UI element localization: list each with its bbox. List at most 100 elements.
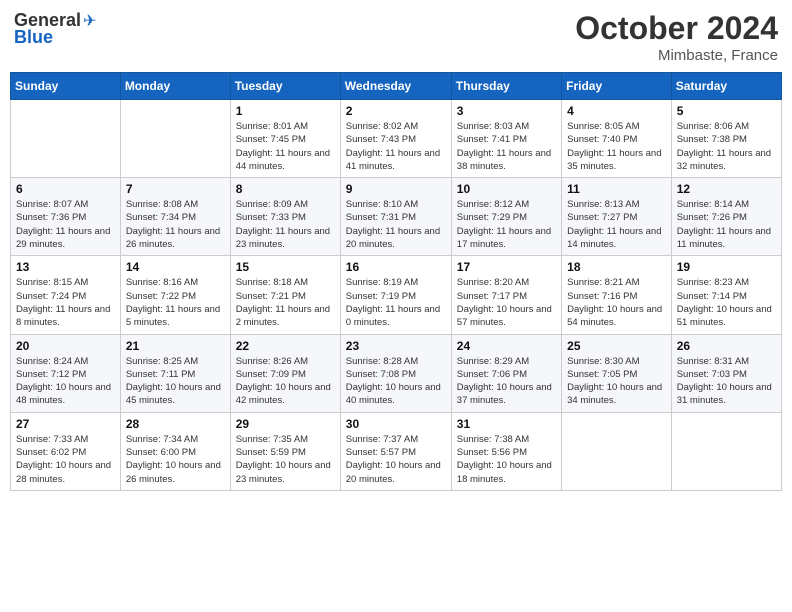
day-number: 13 (16, 260, 115, 274)
day-info: Sunrise: 8:30 AMSunset: 7:05 PMDaylight:… (567, 355, 666, 408)
calendar-cell: 8 Sunrise: 8:09 AMSunset: 7:33 PMDaylight… (230, 178, 340, 256)
month-title: October 2024 (575, 10, 778, 47)
location-subtitle: Mimbaste, France (575, 47, 778, 64)
day-number: 9 (346, 182, 446, 196)
day-info: Sunrise: 8:28 AMSunset: 7:08 PMDaylight:… (346, 355, 446, 408)
calendar-cell: 9 Sunrise: 8:10 AMSunset: 7:31 PMDaylight… (340, 178, 451, 256)
day-info: Sunrise: 8:07 AMSunset: 7:36 PMDaylight:… (16, 198, 115, 251)
calendar-cell: 1 Sunrise: 8:01 AMSunset: 7:45 PMDaylight… (230, 100, 340, 178)
calendar-cell: 24Sunrise: 8:29 AMSunset: 7:06 PMDayligh… (451, 334, 561, 412)
day-number: 3 (457, 104, 556, 118)
calendar-table: SundayMondayTuesdayWednesdayThursdayFrid… (10, 72, 782, 491)
weekday-header-sunday: Sunday (11, 73, 121, 100)
day-number: 27 (16, 417, 115, 431)
day-info: Sunrise: 8:14 AMSunset: 7:26 PMDaylight:… (677, 198, 776, 251)
day-number: 10 (457, 182, 556, 196)
logo: General ✈ Blue (14, 10, 96, 48)
day-info: Sunrise: 8:06 AMSunset: 7:38 PMDaylight:… (677, 120, 776, 173)
day-number: 22 (236, 339, 335, 353)
calendar-cell: 28 Sunrise: 7:34 AMSunset: 6:00 PMDayligh… (120, 412, 230, 490)
calendar-cell: 23 Sunrise: 8:28 AMSunset: 7:08 PMDayligh… (340, 334, 451, 412)
day-info: Sunrise: 8:02 AMSunset: 7:43 PMDaylight:… (346, 120, 446, 173)
day-number: 30 (346, 417, 446, 431)
calendar-cell: 31Sunrise: 7:38 AMSunset: 5:56 PMDayligh… (451, 412, 561, 490)
day-number: 28 (126, 417, 225, 431)
day-info: Sunrise: 8:08 AMSunset: 7:34 PMDaylight:… (126, 198, 225, 251)
day-number: 1 (236, 104, 335, 118)
day-info: Sunrise: 8:25 AMSunset: 7:11 PMDaylight:… (126, 355, 225, 408)
day-info: Sunrise: 8:05 AMSunset: 7:40 PMDaylight:… (567, 120, 666, 173)
day-number: 18 (567, 260, 666, 274)
day-info: Sunrise: 8:01 AMSunset: 7:45 PMDaylight:… (236, 120, 335, 173)
header: General ✈ Blue October 2024 Mimbaste, Fr… (10, 10, 782, 64)
calendar-cell: 14Sunrise: 8:16 AMSunset: 7:22 PMDayligh… (120, 256, 230, 334)
weekday-header-friday: Friday (562, 73, 672, 100)
day-info: Sunrise: 8:21 AMSunset: 7:16 PMDaylight:… (567, 276, 666, 329)
day-number: 16 (346, 260, 446, 274)
day-info: Sunrise: 8:24 AMSunset: 7:12 PMDaylight:… (16, 355, 115, 408)
day-info: Sunrise: 7:34 AMSunset: 6:00 PMDaylight:… (126, 433, 225, 486)
day-info: Sunrise: 8:12 AMSunset: 7:29 PMDaylight:… (457, 198, 556, 251)
logo-blue-text: Blue (14, 27, 53, 48)
calendar-cell: 7 Sunrise: 8:08 AMSunset: 7:34 PMDaylight… (120, 178, 230, 256)
day-number: 11 (567, 182, 666, 196)
calendar-cell: 21 Sunrise: 8:25 AMSunset: 7:11 PMDayligh… (120, 334, 230, 412)
calendar-cell (562, 412, 672, 490)
calendar-cell: 20 Sunrise: 8:24 AMSunset: 7:12 PMDayligh… (11, 334, 121, 412)
calendar-cell (671, 412, 781, 490)
day-info: Sunrise: 8:18 AMSunset: 7:21 PMDaylight:… (236, 276, 335, 329)
day-number: 25 (567, 339, 666, 353)
day-info: Sunrise: 7:35 AMSunset: 5:59 PMDaylight:… (236, 433, 335, 486)
day-number: 2 (346, 104, 446, 118)
day-number: 21 (126, 339, 225, 353)
month-title-area: October 2024 Mimbaste, France (575, 10, 778, 64)
calendar-cell: 13 Sunrise: 8:15 AMSunset: 7:24 PMDayligh… (11, 256, 121, 334)
day-info: Sunrise: 8:10 AMSunset: 7:31 PMDaylight:… (346, 198, 446, 251)
week-row-4: 20 Sunrise: 8:24 AMSunset: 7:12 PMDayligh… (11, 334, 782, 412)
day-number: 29 (236, 417, 335, 431)
day-info: Sunrise: 7:37 AMSunset: 5:57 PMDaylight:… (346, 433, 446, 486)
week-row-5: 27 Sunrise: 7:33 AMSunset: 6:02 PMDayligh… (11, 412, 782, 490)
calendar-cell: 16 Sunrise: 8:19 AMSunset: 7:19 PMDayligh… (340, 256, 451, 334)
calendar-cell: 30 Sunrise: 7:37 AMSunset: 5:57 PMDayligh… (340, 412, 451, 490)
day-number: 8 (236, 182, 335, 196)
day-info: Sunrise: 8:09 AMSunset: 7:33 PMDaylight:… (236, 198, 335, 251)
day-number: 5 (677, 104, 776, 118)
day-number: 12 (677, 182, 776, 196)
calendar-cell: 11Sunrise: 8:13 AMSunset: 7:27 PMDayligh… (562, 178, 672, 256)
calendar-cell: 10 Sunrise: 8:12 AMSunset: 7:29 PMDayligh… (451, 178, 561, 256)
weekday-header-tuesday: Tuesday (230, 73, 340, 100)
week-row-2: 6 Sunrise: 8:07 AMSunset: 7:36 PMDaylight… (11, 178, 782, 256)
calendar-cell: 22 Sunrise: 8:26 AMSunset: 7:09 PMDayligh… (230, 334, 340, 412)
calendar-cell: 27 Sunrise: 7:33 AMSunset: 6:02 PMDayligh… (11, 412, 121, 490)
calendar-cell: 5 Sunrise: 8:06 AMSunset: 7:38 PMDaylight… (671, 100, 781, 178)
calendar-cell: 3 Sunrise: 8:03 AMSunset: 7:41 PMDaylight… (451, 100, 561, 178)
day-info: Sunrise: 8:20 AMSunset: 7:17 PMDaylight:… (457, 276, 556, 329)
day-number: 19 (677, 260, 776, 274)
logo-bird-icon: ✈ (83, 11, 96, 31)
day-info: Sunrise: 8:29 AMSunset: 7:06 PMDaylight:… (457, 355, 556, 408)
weekday-header-thursday: Thursday (451, 73, 561, 100)
calendar-cell: 26Sunrise: 8:31 AMSunset: 7:03 PMDayligh… (671, 334, 781, 412)
week-row-1: 1 Sunrise: 8:01 AMSunset: 7:45 PMDaylight… (11, 100, 782, 178)
day-info: Sunrise: 7:33 AMSunset: 6:02 PMDaylight:… (16, 433, 115, 486)
calendar-cell (120, 100, 230, 178)
calendar-cell: 25 Sunrise: 8:30 AMSunset: 7:05 PMDayligh… (562, 334, 672, 412)
day-number: 20 (16, 339, 115, 353)
day-info: Sunrise: 8:31 AMSunset: 7:03 PMDaylight:… (677, 355, 776, 408)
weekday-header-row: SundayMondayTuesdayWednesdayThursdayFrid… (11, 73, 782, 100)
day-number: 7 (126, 182, 225, 196)
calendar-cell: 19Sunrise: 8:23 AMSunset: 7:14 PMDayligh… (671, 256, 781, 334)
day-info: Sunrise: 8:16 AMSunset: 7:22 PMDaylight:… (126, 276, 225, 329)
calendar-cell: 4Sunrise: 8:05 AMSunset: 7:40 PMDaylight… (562, 100, 672, 178)
weekday-header-saturday: Saturday (671, 73, 781, 100)
day-info: Sunrise: 8:19 AMSunset: 7:19 PMDaylight:… (346, 276, 446, 329)
day-number: 23 (346, 339, 446, 353)
day-info: Sunrise: 8:26 AMSunset: 7:09 PMDaylight:… (236, 355, 335, 408)
day-info: Sunrise: 8:15 AMSunset: 7:24 PMDaylight:… (16, 276, 115, 329)
calendar-cell: 15Sunrise: 8:18 AMSunset: 7:21 PMDayligh… (230, 256, 340, 334)
calendar-cell: 17Sunrise: 8:20 AMSunset: 7:17 PMDayligh… (451, 256, 561, 334)
day-number: 6 (16, 182, 115, 196)
weekday-header-wednesday: Wednesday (340, 73, 451, 100)
day-info: Sunrise: 8:03 AMSunset: 7:41 PMDaylight:… (457, 120, 556, 173)
